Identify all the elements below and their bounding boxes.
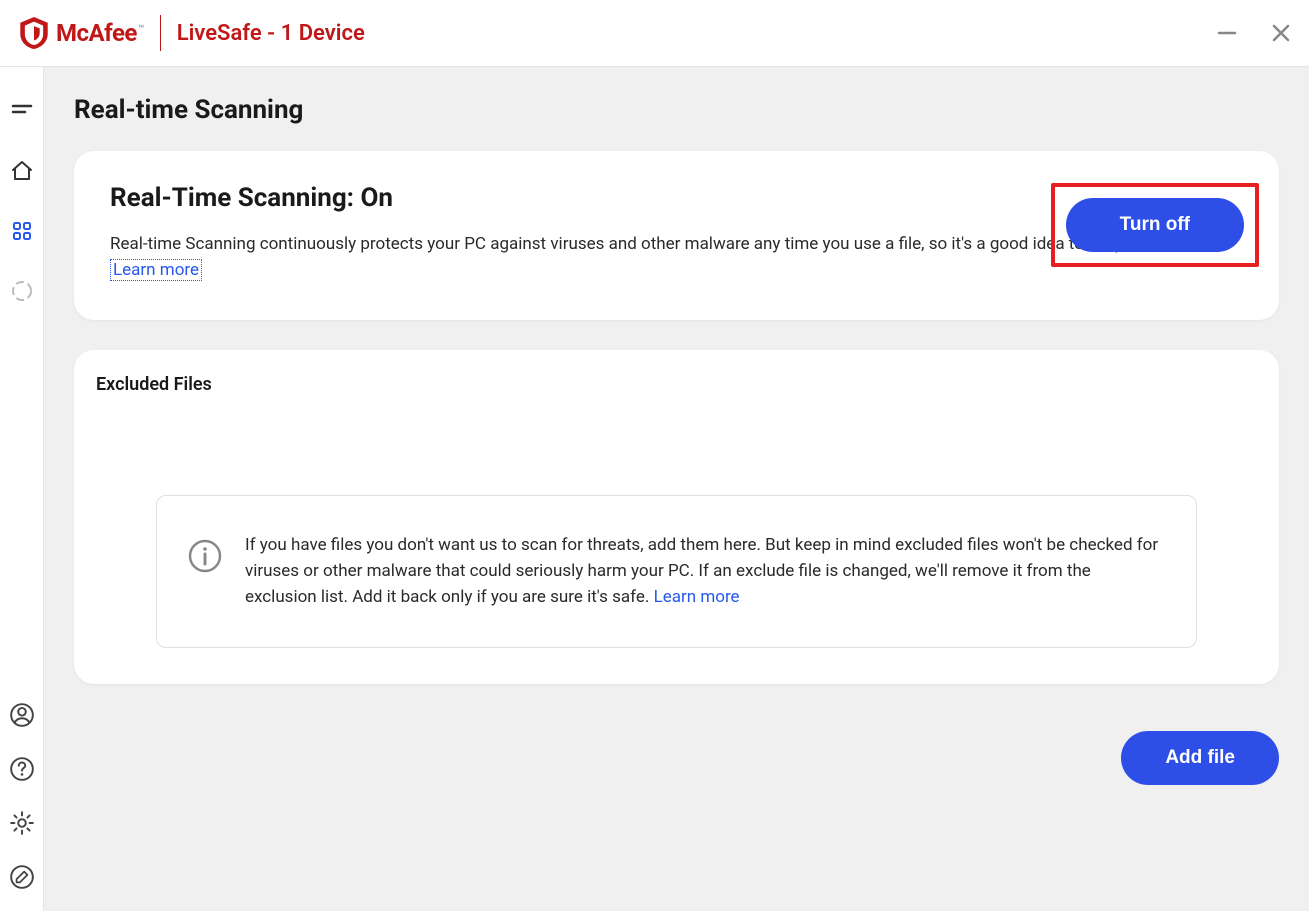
content-area: Real-time Scanning Real-Time Scanning: O… bbox=[44, 67, 1309, 911]
grid-icon bbox=[10, 219, 34, 243]
sidebar bbox=[0, 67, 44, 911]
sidebar-help-button[interactable] bbox=[8, 755, 36, 783]
excluded-files-title: Excluded Files bbox=[96, 374, 1257, 395]
sidebar-bottom bbox=[8, 701, 36, 891]
window-controls bbox=[1215, 21, 1293, 45]
close-icon bbox=[1270, 22, 1292, 44]
sidebar-menu-button[interactable] bbox=[8, 97, 36, 125]
product-name: LiveSafe - 1 Device bbox=[177, 21, 365, 46]
header-divider bbox=[160, 15, 161, 51]
mcafee-shield-icon bbox=[20, 17, 48, 49]
minimize-icon bbox=[1216, 22, 1238, 44]
turn-off-button[interactable]: Turn off bbox=[1066, 198, 1244, 252]
sidebar-account-button[interactable] bbox=[8, 701, 36, 729]
menu-icon bbox=[10, 99, 34, 123]
status-learn-more-link[interactable]: Learn more bbox=[110, 259, 202, 281]
sidebar-settings-button[interactable] bbox=[8, 809, 36, 837]
turn-off-highlight: Turn off bbox=[1051, 183, 1259, 267]
gear-icon bbox=[9, 810, 35, 836]
sidebar-top bbox=[8, 97, 36, 305]
sidebar-grid-button[interactable] bbox=[8, 217, 36, 245]
sidebar-home-button[interactable] bbox=[8, 157, 36, 185]
main-layout: Real-time Scanning Real-Time Scanning: O… bbox=[0, 67, 1309, 911]
sidebar-spinner-button[interactable] bbox=[8, 277, 36, 305]
help-icon bbox=[9, 756, 35, 782]
close-button[interactable] bbox=[1269, 21, 1293, 45]
sidebar-edit-button[interactable] bbox=[8, 863, 36, 891]
excluded-info-text: If you have files you don't want us to s… bbox=[245, 532, 1166, 611]
logo-section: McAfee™ bbox=[20, 17, 144, 49]
brand-name: McAfee™ bbox=[56, 19, 144, 47]
excluded-learn-more-link[interactable]: Learn more bbox=[654, 587, 740, 607]
home-icon bbox=[10, 159, 34, 183]
minimize-button[interactable] bbox=[1215, 21, 1239, 45]
excluded-info-box: If you have files you don't want us to s… bbox=[156, 495, 1197, 648]
status-card: Real-Time Scanning: On Real-time Scannin… bbox=[74, 151, 1279, 320]
app-header: McAfee™ LiveSafe - 1 Device bbox=[0, 0, 1309, 67]
spinner-icon bbox=[10, 279, 34, 303]
add-file-button[interactable]: Add file bbox=[1121, 731, 1279, 785]
info-icon bbox=[187, 538, 223, 574]
excluded-files-card: Excluded Files If you have files you don… bbox=[74, 350, 1279, 684]
edit-icon bbox=[9, 864, 35, 890]
account-icon bbox=[9, 702, 35, 728]
page-title: Real-time Scanning bbox=[74, 95, 1279, 125]
